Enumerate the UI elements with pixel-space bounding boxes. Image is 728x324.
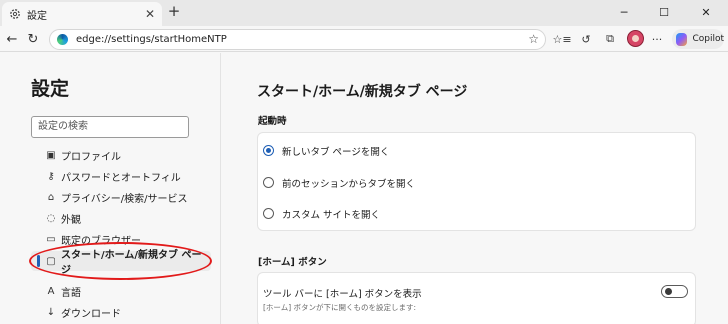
sidebar-item-label: 言語 — [61, 287, 81, 299]
new-tab-button[interactable]: + — [166, 4, 182, 20]
red-highlight-annotation — [29, 242, 212, 280]
sidebar-item-label: プロファイル — [61, 151, 121, 163]
navigation-bar: ← ↻ edge://settings/startHomeNTP ☆ ☆≡ ↺ … — [0, 26, 728, 52]
tab-strip: 設定 ✕ + ─ ☐ ✕ — [0, 0, 728, 26]
screenshot-icon[interactable]: ⧉ — [601, 30, 619, 48]
home-button-section-label: [ホーム] ボタン — [258, 257, 327, 268]
radio-label: 新しいタブ ページを開く — [282, 146, 390, 158]
sidebar-item-privacy[interactable]: ⌂ プライバシー/検索/サービス — [31, 187, 211, 207]
startup-section-label: 起動時 — [258, 116, 287, 127]
settings-search-input[interactable]: 設定の検索 — [31, 116, 189, 138]
address-url[interactable]: edge://settings/startHomeNTP — [76, 34, 227, 45]
close-window-button[interactable]: ✕ — [686, 0, 726, 24]
startup-options-card: 新しいタブ ページを開く 前のセッションからタブを開く カスタム サイトを開く — [257, 132, 696, 231]
favorites-icon[interactable]: ☆≡ — [552, 30, 571, 48]
maximize-button[interactable]: ☐ — [644, 0, 684, 24]
address-bar[interactable]: edge://settings/startHomeNTP ☆ — [49, 29, 546, 50]
radio-selected[interactable] — [263, 145, 274, 156]
language-icon: A — [47, 285, 55, 297]
radio-label: 前のセッションからタブを開く — [282, 178, 416, 190]
radio-unselected[interactable] — [263, 208, 274, 219]
minimize-button[interactable]: ─ — [604, 0, 644, 24]
key-icon: ⚷ — [47, 170, 55, 182]
startup-option-new-tab[interactable]: 新しいタブ ページを開く — [258, 135, 695, 166]
palette-icon: ◌ — [46, 212, 56, 224]
lock-icon: ⌂ — [47, 191, 55, 203]
browser-icon: ▭ — [46, 233, 56, 245]
sidebar-item-passwords[interactable]: ⚷ パスワードとオートフィル — [31, 166, 211, 186]
home-button-toggle-subtitle: [ホーム] ボタンが下に開くものを設定します: — [263, 303, 417, 312]
sidebar-item-languages[interactable]: A 言語 — [31, 281, 211, 301]
back-button[interactable]: ← — [3, 30, 21, 48]
sidebar-item-profile[interactable]: ▣ プロファイル — [31, 145, 211, 165]
copilot-button[interactable]: Copilot — [672, 29, 724, 49]
more-options-icon[interactable]: ··· — [648, 30, 666, 48]
radio-unselected[interactable] — [263, 177, 274, 188]
radio-label: カスタム サイトを開く — [282, 209, 381, 221]
sidebar-item-appearance[interactable]: ◌ 外観 — [31, 208, 211, 228]
home-button-toggle-title: ツール バーに [ホーム] ボタンを表示 — [263, 289, 422, 300]
sidebar-item-label: パスワードとオートフィル — [61, 172, 181, 184]
sidebar-item-downloads[interactable]: ↓ ダウンロード — [31, 302, 211, 322]
sidebar-title: 設定 — [31, 78, 70, 100]
settings-main: スタート/ホーム/新規タブ ページ 起動時 新しいタブ ページを開く 前のセッシ… — [222, 53, 728, 324]
sidebar-item-label: プライバシー/検索/サービス — [61, 193, 188, 205]
copilot-icon — [676, 32, 688, 46]
profile-avatar[interactable] — [627, 30, 644, 47]
sidebar-item-label: ダウンロード — [61, 308, 121, 320]
edge-logo-icon — [57, 34, 68, 45]
home-button-toggle[interactable] — [661, 285, 688, 298]
settings-sidebar: 設定 設定の検索 ▣ プロファイル ⚷ パスワードとオートフィル ⌂ プライバシ… — [0, 53, 221, 324]
sidebar-item-label: 外観 — [61, 214, 81, 226]
download-icon: ↓ — [46, 306, 56, 318]
home-button-card: ツール バーに [ホーム] ボタンを表示 [ホーム] ボタンが下に開くものを設定… — [257, 272, 696, 324]
favorite-star-icon[interactable]: ☆ — [528, 32, 539, 46]
refresh-button[interactable]: ↻ — [24, 30, 42, 48]
history-icon[interactable]: ↺ — [577, 30, 595, 48]
startup-option-custom-site[interactable]: カスタム サイトを開く — [258, 198, 695, 229]
close-tab-icon[interactable]: ✕ — [145, 7, 155, 21]
profile-icon: ▣ — [46, 149, 56, 161]
tab-settings[interactable]: 設定 ✕ — [2, 2, 162, 26]
page-title: スタート/ホーム/新規タブ ページ — [257, 84, 468, 100]
startup-option-previous-session[interactable]: 前のセッションからタブを開く — [258, 167, 695, 198]
tab-title: 設定 — [27, 10, 47, 22]
gear-icon — [9, 8, 21, 20]
copilot-label: Copilot — [692, 34, 724, 44]
